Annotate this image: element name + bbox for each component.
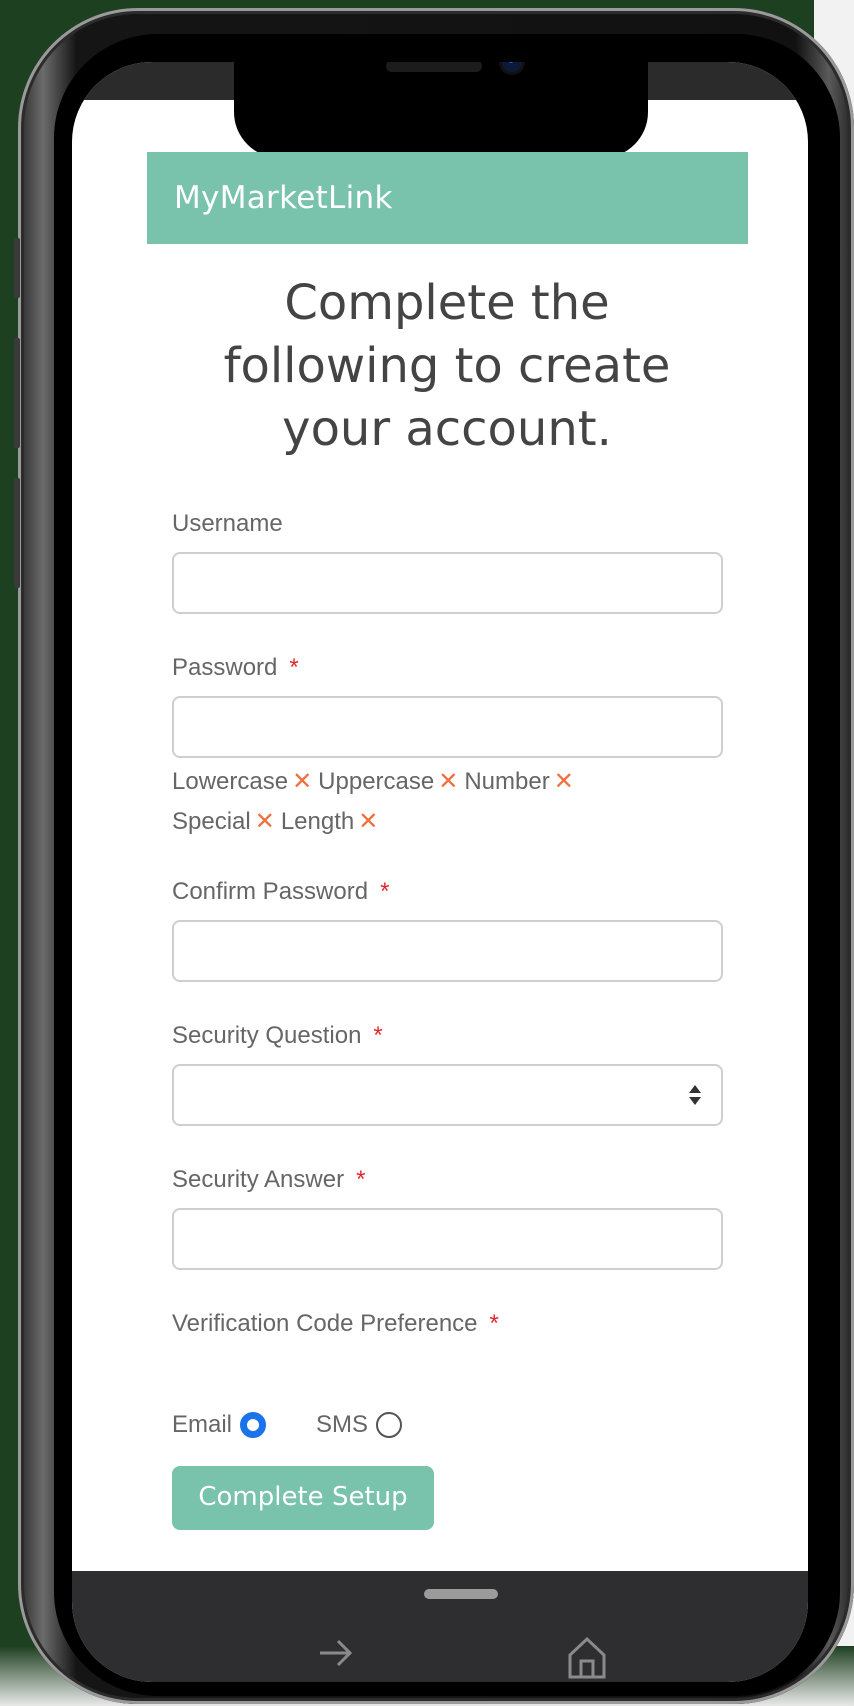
security-question-label: Security Question * bbox=[172, 1022, 383, 1050]
email-radio[interactable] bbox=[240, 1412, 267, 1438]
speaker-grille bbox=[386, 62, 482, 72]
silent-switch bbox=[14, 238, 20, 298]
required-mark: * bbox=[380, 878, 390, 905]
required-mark: * bbox=[289, 654, 299, 681]
password-label: Password * bbox=[172, 654, 299, 682]
close-icon: ✕ bbox=[358, 808, 379, 835]
browser-navbar bbox=[72, 1571, 808, 1682]
page-title-line: your account. bbox=[282, 401, 612, 457]
volume-up-button bbox=[14, 338, 20, 448]
camera-icon bbox=[502, 62, 522, 72]
home-icon[interactable] bbox=[564, 1633, 610, 1679]
page-title-line: Complete the bbox=[284, 275, 610, 331]
confirm-password-label: Confirm Password * bbox=[172, 878, 389, 906]
arrow-right-icon[interactable] bbox=[314, 1633, 358, 1673]
email-option-label: Email bbox=[172, 1411, 233, 1438]
complete-setup-button[interactable]: Complete Setup bbox=[172, 1466, 434, 1530]
home-indicator bbox=[424, 1589, 498, 1599]
rule-special: Special bbox=[172, 808, 251, 835]
close-icon: ✕ bbox=[292, 768, 313, 795]
notch bbox=[234, 62, 648, 158]
required-mark: * bbox=[373, 1022, 383, 1049]
arrow-right-svg bbox=[320, 1639, 353, 1667]
sms-radio[interactable] bbox=[376, 1412, 403, 1438]
select-arrows-icon bbox=[689, 1085, 701, 1107]
confirm-password-input[interactable] bbox=[172, 920, 723, 982]
password-rules-line: Special ✕ Length ✕ bbox=[172, 802, 732, 842]
username-label-text: Username bbox=[172, 510, 283, 537]
security-answer-label: Security Answer * bbox=[172, 1166, 365, 1194]
volume-down-button bbox=[14, 478, 20, 588]
close-icon: ✕ bbox=[254, 808, 275, 835]
security-question-select[interactable] bbox=[172, 1064, 723, 1126]
required-mark: * bbox=[356, 1166, 366, 1193]
password-rules-line: Lowercase ✕ Uppercase ✕ Number ✕ bbox=[172, 762, 732, 802]
security-answer-label-text: Security Answer bbox=[172, 1166, 345, 1193]
close-icon: ✕ bbox=[438, 768, 459, 795]
security-question-label-text: Security Question bbox=[172, 1022, 362, 1049]
password-input[interactable] bbox=[172, 696, 723, 758]
security-answer-input[interactable] bbox=[172, 1208, 723, 1270]
password-rules: Lowercase ✕ Uppercase ✕ Number ✕ Special ✕ Leng… bbox=[172, 762, 732, 842]
verification-label-text: Verification Code Preference bbox=[172, 1310, 478, 1337]
page-title-line: following to create bbox=[223, 338, 671, 394]
required-mark: * bbox=[489, 1310, 499, 1337]
rule-lowercase: Lowercase bbox=[172, 768, 289, 795]
sms-option-label: SMS bbox=[316, 1411, 369, 1438]
rule-length: Length bbox=[280, 808, 355, 835]
username-label: Username bbox=[172, 510, 283, 538]
brand-name: MyMarketLink bbox=[174, 180, 393, 216]
phone-screen: MyMarketLink Complete the following to c… bbox=[72, 62, 808, 1682]
home-svg bbox=[568, 1636, 606, 1679]
page-title: Complete the following to create your ac… bbox=[122, 272, 772, 461]
verification-options: Email SMS bbox=[172, 1405, 403, 1445]
app-header: MyMarketLink bbox=[147, 152, 748, 244]
verification-label: Verification Code Preference * bbox=[172, 1310, 499, 1338]
close-icon: ✕ bbox=[553, 768, 574, 795]
rule-uppercase: Uppercase bbox=[318, 768, 435, 795]
confirm-password-label-text: Confirm Password bbox=[172, 878, 369, 905]
username-input[interactable] bbox=[172, 552, 723, 614]
rule-number: Number bbox=[464, 768, 550, 795]
password-label-text: Password bbox=[172, 654, 278, 681]
